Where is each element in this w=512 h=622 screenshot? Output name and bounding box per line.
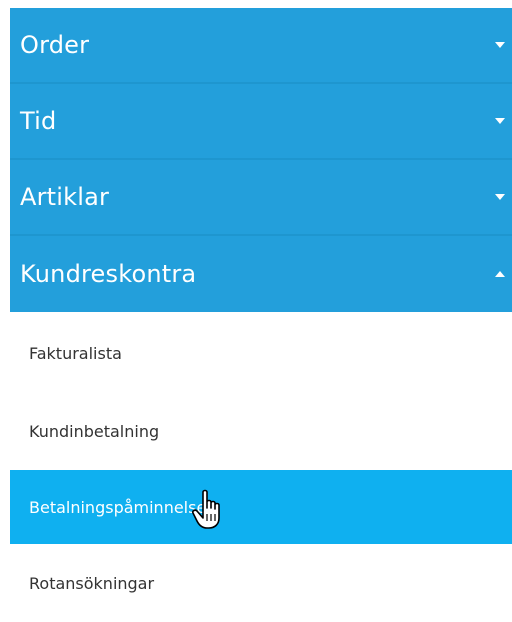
menu-section-label: Order <box>20 31 90 59</box>
menu-section-tid[interactable]: Tid <box>10 84 512 160</box>
submenu-item-rotansokningar[interactable]: Rotansökningar <box>10 544 512 622</box>
navigation-menu: Order Tid Artiklar Kundreskontra <box>10 8 512 312</box>
submenu-item-fakturalista[interactable]: Fakturalista <box>10 314 512 392</box>
chevron-down-icon <box>495 42 505 48</box>
chevron-down-icon <box>495 118 505 124</box>
submenu-item-betalningspaminnelse[interactable]: Betalningspåminnelse <box>10 470 512 544</box>
submenu-list: Fakturalista Kundinbetalning Betalningsp… <box>10 314 512 622</box>
menu-section-label: Artiklar <box>20 183 110 211</box>
submenu-item-label: Rotansökningar <box>29 573 155 593</box>
hand-pointer-icon <box>192 489 220 529</box>
menu-section-kundreskontra[interactable]: Kundreskontra <box>10 236 512 312</box>
submenu-item-label: Fakturalista <box>29 343 122 363</box>
submenu-item-label: Kundinbetalning <box>29 421 160 441</box>
menu-section-label: Kundreskontra <box>20 260 197 288</box>
menu-section-order[interactable]: Order <box>10 8 512 84</box>
menu-section-label: Tid <box>20 107 57 135</box>
menu-section-artiklar[interactable]: Artiklar <box>10 160 512 236</box>
submenu-item-label: Betalningspåminnelse <box>29 497 207 517</box>
chevron-up-icon <box>495 271 505 277</box>
chevron-down-icon <box>495 194 505 200</box>
submenu-item-kundinbetalning[interactable]: Kundinbetalning <box>10 392 512 470</box>
